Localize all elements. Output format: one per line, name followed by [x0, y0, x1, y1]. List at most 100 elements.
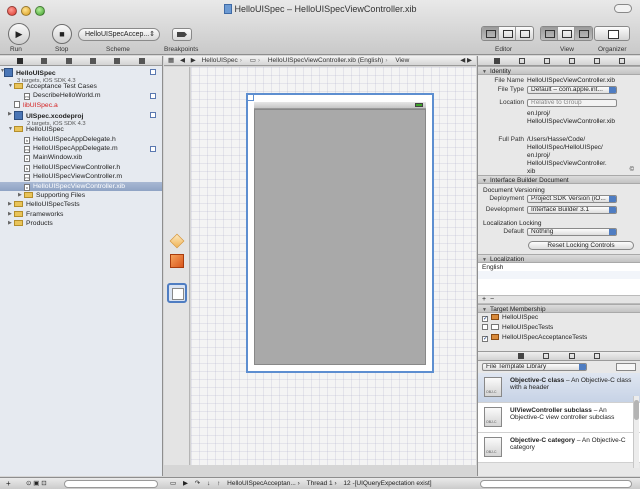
file-inspector-icon[interactable] [493, 57, 500, 64]
breadcrumb-view[interactable]: View [395, 56, 409, 65]
ib-view-content[interactable] [254, 109, 426, 365]
tree-item-frameworks[interactable]: ▶ Frameworks [0, 210, 162, 219]
navigator-view-icon[interactable] [541, 27, 558, 40]
tree-item-viewcontroller-m[interactable]: m HelloUISpecViewController.m [0, 172, 162, 182]
assistant-editor-icon[interactable] [499, 27, 516, 40]
symbol-icon[interactable] [41, 57, 48, 64]
scheme-popup[interactable]: HelloUISpecAccep... ⇕ [78, 28, 160, 41]
breadcrumb-project[interactable]: HelloUISpec [202, 56, 238, 65]
code-snippet-library-icon[interactable] [543, 353, 550, 359]
tree-item-viewcontroller-h[interactable]: h HelloUISpecViewController.h [0, 163, 162, 172]
development-popup[interactable]: Interface Builder 3.1 [527, 206, 617, 214]
folder-icon[interactable] [17, 57, 24, 64]
ib-view-frame[interactable] [246, 93, 434, 373]
ib-document-section-header[interactable]: Interface Builder Document [478, 175, 640, 184]
file-name-value[interactable]: HelloUISpecViewController.xib [527, 77, 640, 85]
location-popup[interactable]: Relative to Group [527, 99, 617, 107]
next-issue-arrow-icon[interactable]: ◀ ▶ [460, 56, 472, 65]
quick-help-icon[interactable] [518, 57, 525, 64]
attributes-inspector-icon[interactable] [568, 57, 575, 64]
add-file-icon[interactable]: + [6, 478, 11, 489]
tree-item-products[interactable]: ▶ Products [0, 219, 162, 228]
editor-mode-control[interactable] [481, 26, 534, 41]
step-over-icon[interactable]: ↷ [195, 478, 200, 489]
debug-crumb-thread[interactable]: Thread 1 [307, 478, 333, 489]
forward-arrow-icon[interactable]: ▶ [191, 56, 196, 65]
locking-default-popup[interactable]: Nothing [527, 228, 617, 236]
library-item-objc-category[interactable]: Objective-C category – An Objective-C ca… [478, 433, 640, 463]
subproject-row[interactable]: ▶ UISpec.xcodeproj 2 targets, iOS SDK 4.… [0, 110, 162, 127]
related-files-icon[interactable]: ▦ [168, 56, 174, 65]
library-item-objc-class[interactable]: Objective-C class – An Objective-C class… [478, 373, 640, 403]
identity-section-header[interactable]: Identity [478, 66, 640, 75]
tree-item-tests-group[interactable]: ▶ HelloUISpecTests [0, 200, 162, 209]
file-type-popup[interactable]: Default – com.apple.int... [527, 86, 617, 94]
files-owner-icon[interactable] [169, 233, 185, 249]
localization-item-english[interactable]: English [482, 264, 636, 271]
step-into-icon[interactable]: ↓ [207, 478, 210, 489]
library-scrollbar[interactable] [633, 396, 639, 468]
tree-item-libuispec[interactable]: libUISpec.a [0, 100, 162, 110]
target-checkbox-checked[interactable]: ✓ [482, 336, 488, 342]
localization-list[interactable]: English [478, 263, 640, 296]
warning-icon[interactable] [90, 57, 97, 64]
library-item-uiviewcontroller[interactable]: UIViewController subclass – An Objective… [478, 403, 640, 433]
tree-item-describe-hello-world[interactable]: m DescribeHelloWorld.m [0, 91, 162, 101]
file-template-library-icon[interactable] [517, 353, 524, 359]
project-row[interactable]: ▼ HelloUISpec 3 targets, iOS SDK 4.3 [0, 67, 162, 84]
organizer-button[interactable] [594, 26, 630, 41]
target-row-hellouispectests[interactable]: HelloUISpecTests [478, 323, 640, 333]
connections-inspector-icon[interactable] [618, 57, 625, 64]
utilities-view-icon[interactable] [575, 27, 592, 40]
stop-button[interactable]: ■ [52, 24, 72, 44]
library-popup[interactable]: File Template Library [482, 363, 587, 371]
deployment-popup[interactable]: Project SDK Version (iO... [527, 195, 617, 203]
target-row-acceptancetests[interactable]: ✓ HelloUISpecAcceptanceTests [478, 333, 640, 343]
tree-item-acceptance-tests[interactable]: ▼ Acceptance Test Cases [0, 82, 162, 91]
toggle-debug-area-icon[interactable]: ▭ [170, 478, 176, 489]
media-library-icon[interactable] [594, 353, 601, 359]
size-inspector-icon[interactable] [593, 57, 600, 64]
target-checkbox-checked[interactable]: ✓ [482, 316, 488, 322]
log-icon[interactable] [138, 57, 145, 64]
step-out-icon[interactable]: ↑ [217, 478, 220, 489]
library-search-field[interactable] [480, 480, 632, 488]
remove-localization-icon[interactable]: − [490, 296, 494, 303]
tree-item-viewcontroller-xib[interactable]: x HelloUISpecViewController.xib [0, 181, 162, 191]
tree-item-supporting-files[interactable]: ▶ Supporting Files [0, 191, 162, 200]
tree-item-appdelegate-h[interactable]: h HelloUISpecAppDelegate.h [0, 135, 162, 144]
debug-crumb-frame[interactable]: 12 -[UIQueryExpectation exist] [343, 478, 431, 489]
breadcrumb-file[interactable]: HelloUISpecViewController.xib (English) [268, 56, 384, 65]
ib-canvas[interactable] [191, 67, 476, 465]
reveal-in-finder-icon[interactable]: © [630, 166, 634, 174]
view-toggle-control[interactable] [540, 26, 593, 41]
tree-item-hellouispec-group[interactable]: ▼ HelloUISpec [0, 125, 162, 134]
breakpoints-button[interactable] [172, 28, 192, 41]
object-library-icon[interactable] [568, 353, 575, 359]
debug-crumb-process[interactable]: HelloUISpecAcceptan... [227, 478, 296, 489]
toolbar-toggle-button[interactable] [614, 4, 632, 13]
tree-item-appdelegate-m[interactable]: m HelloUISpecAppDelegate.m [0, 144, 162, 153]
target-membership-section-header[interactable]: Target Membership [478, 304, 640, 313]
back-arrow-icon[interactable]: ◀ [180, 56, 185, 65]
localization-section-header[interactable]: Localization [478, 254, 640, 263]
debug-area-icon[interactable] [558, 27, 575, 40]
run-button[interactable]: ▶ [8, 23, 30, 45]
view-object-icon[interactable] [167, 283, 187, 303]
library-view-mode-icon[interactable] [616, 363, 636, 371]
tree-item-mainwindow-xib[interactable]: x MainWindow.xib [0, 153, 162, 163]
add-localization-icon[interactable]: + [482, 296, 486, 303]
version-editor-icon[interactable] [516, 27, 533, 40]
reset-locking-controls-button[interactable]: Reset Locking Controls [528, 241, 634, 250]
standard-editor-icon[interactable] [482, 27, 499, 40]
breadcrumb-folder-icon[interactable]: ▭ [250, 56, 256, 65]
pause-icon[interactable]: ▶ [183, 478, 188, 489]
target-row-hellouispec[interactable]: ✓ HelloUISpec [478, 313, 640, 323]
first-responder-icon[interactable] [170, 254, 184, 268]
navigator-filter-field[interactable] [64, 480, 158, 488]
identity-inspector-icon[interactable] [543, 57, 550, 64]
close-view-icon[interactable] [247, 94, 254, 101]
breakpoint-icon[interactable] [114, 57, 121, 64]
filter-options-icon[interactable]: ⊙ ▣ ⊡ [26, 478, 47, 489]
search-icon[interactable] [65, 57, 72, 64]
